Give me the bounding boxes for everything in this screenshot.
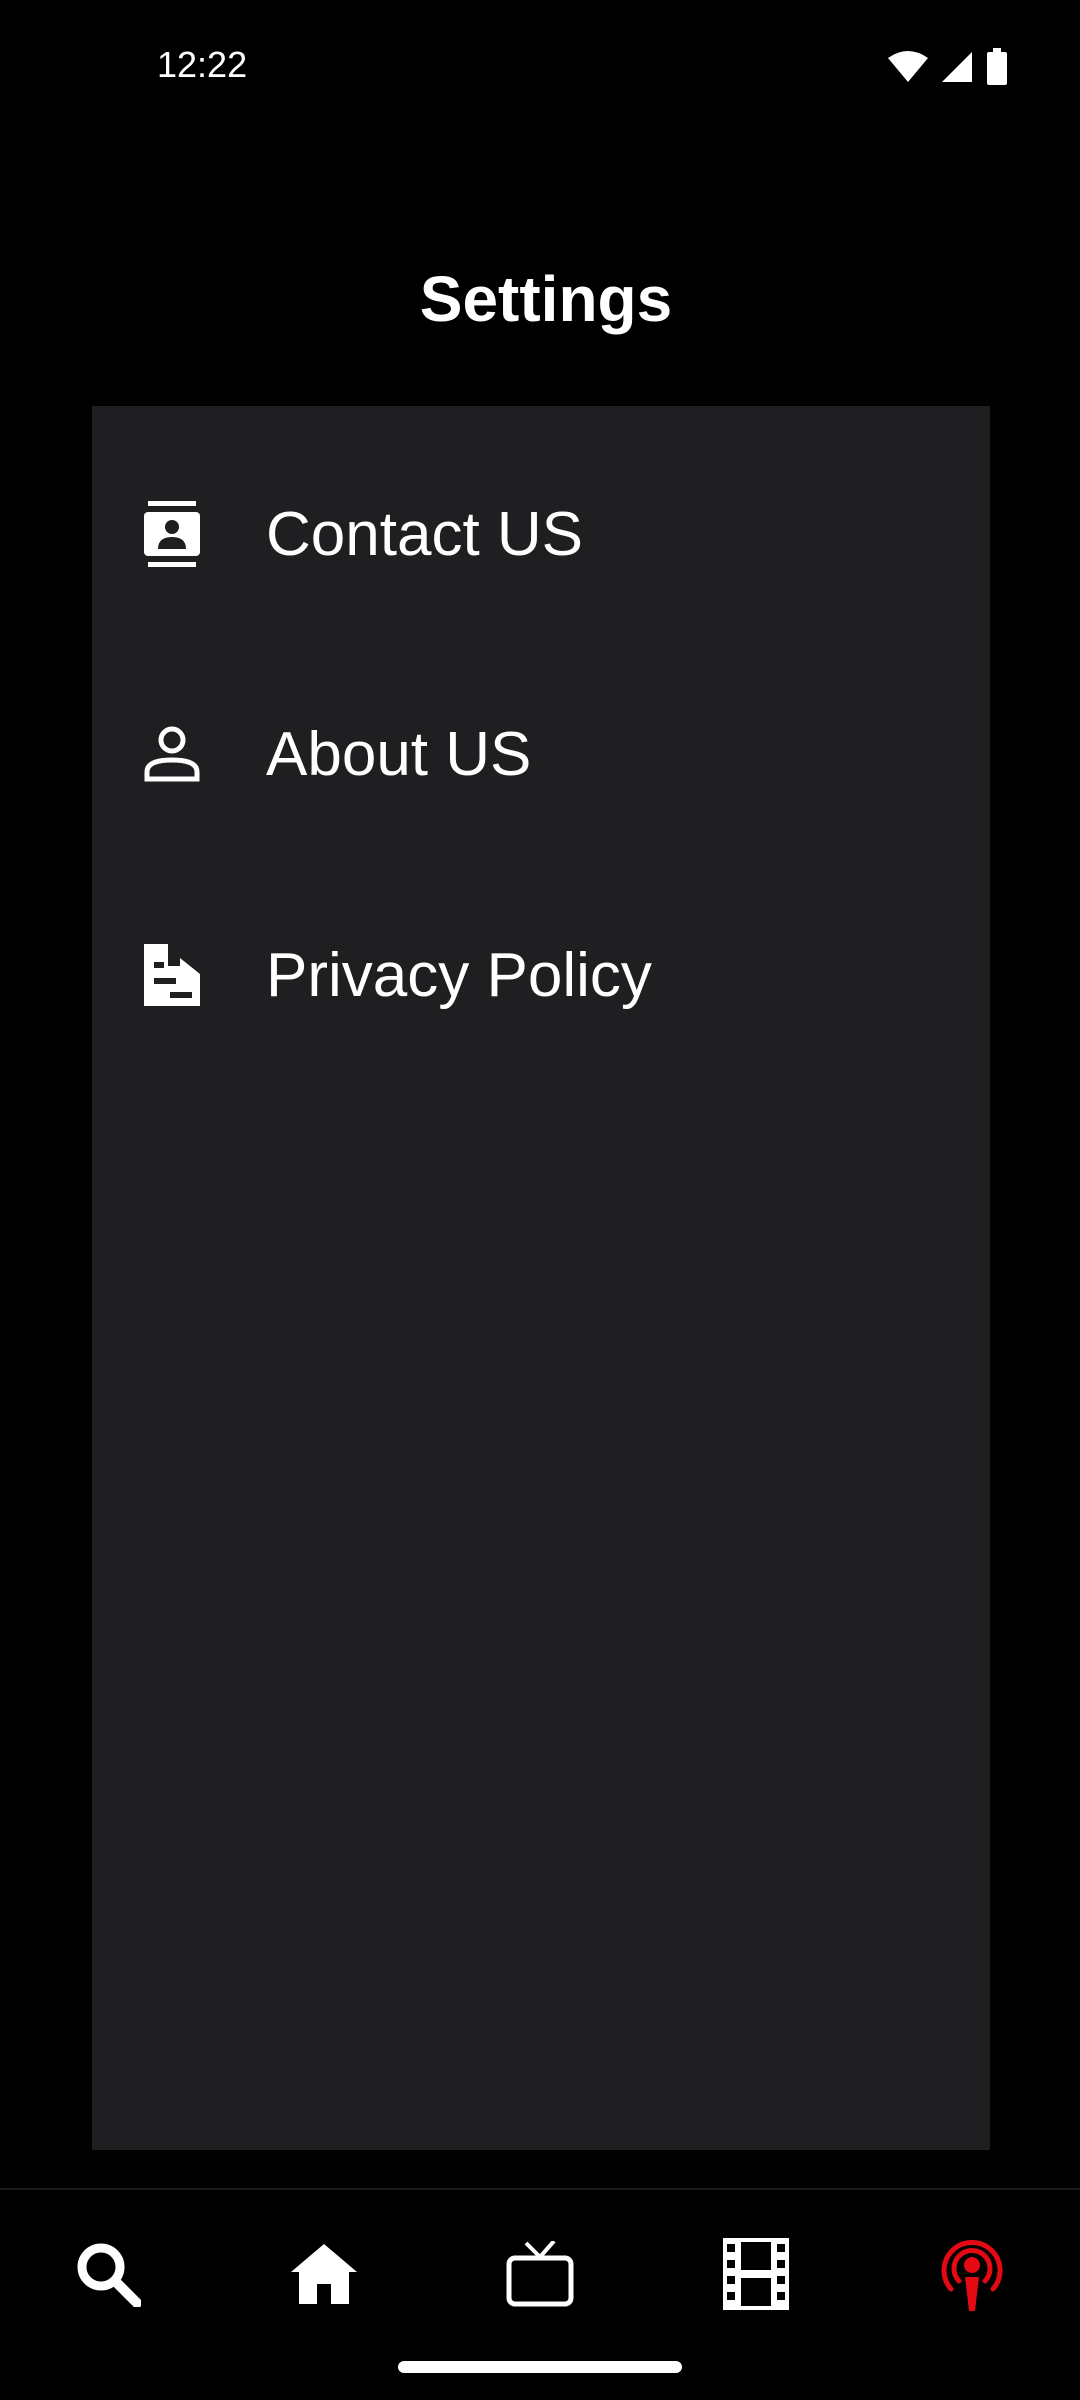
menu-item-label: About US bbox=[266, 719, 532, 789]
battery-icon bbox=[986, 48, 1008, 91]
menu-item-contact-us[interactable]: Contact US bbox=[92, 444, 990, 624]
status-icons bbox=[888, 48, 1008, 91]
nav-tv-button[interactable] bbox=[492, 2228, 588, 2324]
home-icon bbox=[291, 2243, 357, 2309]
podcast-icon bbox=[937, 2237, 1007, 2316]
search-icon bbox=[75, 2241, 142, 2312]
nav-home-button[interactable] bbox=[276, 2228, 372, 2324]
menu-item-privacy-policy[interactable]: Privacy Policy bbox=[92, 885, 990, 1065]
status-time: 12:22 bbox=[157, 44, 248, 85]
status-bar: 12:22 bbox=[0, 0, 1080, 135]
page-title: Settings bbox=[419, 263, 673, 335]
wifi-icon bbox=[888, 50, 928, 89]
cellular-signal-icon bbox=[940, 50, 974, 89]
person-icon bbox=[144, 723, 200, 785]
nav-movies-button[interactable] bbox=[708, 2228, 804, 2324]
menu-item-label: Contact US bbox=[266, 499, 584, 569]
film-strip-icon bbox=[723, 2237, 789, 2315]
nav-podcast-button[interactable] bbox=[924, 2228, 1020, 2324]
nav-search-button[interactable] bbox=[60, 2228, 156, 2324]
settings-screen: 12:22 Settings Contact US About US Priva… bbox=[0, 0, 1080, 2400]
gesture-navigation-bar[interactable] bbox=[398, 2361, 682, 2373]
menu-item-label: Privacy Policy bbox=[266, 940, 652, 1010]
policy-document-icon bbox=[144, 944, 200, 1006]
tv-icon bbox=[506, 2239, 574, 2312]
contact-card-icon bbox=[144, 501, 200, 567]
menu-item-about-us[interactable]: About US bbox=[92, 664, 990, 844]
